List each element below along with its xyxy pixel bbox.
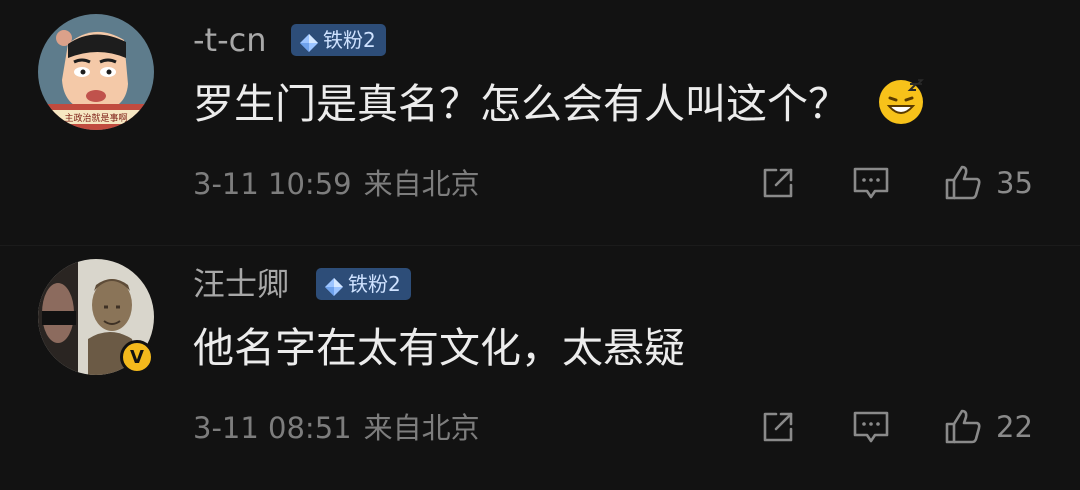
username[interactable]: 汪士卿 <box>193 264 289 304</box>
timestamp: 3-11 10:59 <box>193 167 352 201</box>
share-button[interactable] <box>760 163 796 203</box>
comment-item: V 汪士卿 铁粉2 他名字在太有文化，太悬疑 3-11 08:51 来自北京 2… <box>0 245 1080 490</box>
reply-button[interactable] <box>852 407 890 447</box>
share-icon <box>763 168 793 198</box>
avatar-caption: 主政治就是事啊 <box>64 112 127 124</box>
verified-icon: V <box>120 340 154 374</box>
like-button[interactable]: 35 <box>944 163 1033 203</box>
like-count: 35 <box>996 166 1033 200</box>
thumbs-up-icon <box>945 409 981 444</box>
comment-meta: 3-11 08:51 来自北京 <box>193 408 480 448</box>
comment-meta: 3-11 10:59 来自北京 <box>193 164 480 204</box>
sweat-grin-emoji-icon <box>876 76 926 126</box>
comment-icon <box>853 411 889 443</box>
location: 来自北京 <box>363 167 480 201</box>
diamond-icon <box>324 274 344 296</box>
comment-text-body: 罗生门是真名？怎么会有人叫这个？ <box>193 80 849 128</box>
like-button[interactable]: 22 <box>944 407 1033 447</box>
badge-label: 铁粉2 <box>348 272 401 296</box>
share-icon <box>763 412 793 442</box>
timestamp: 3-11 08:51 <box>193 411 352 445</box>
diamond-icon <box>299 30 319 52</box>
fan-badge[interactable]: 铁粉2 <box>316 268 411 300</box>
location: 来自北京 <box>363 411 480 445</box>
comment-item: 主政治就是事啊 -t-cn 铁粉2 罗生门是真名？怎么会有人叫这个？ 3-11 … <box>0 0 1080 245</box>
like-count: 22 <box>996 410 1033 444</box>
comment-text: 他名字在太有文化，太悬疑 <box>193 324 685 372</box>
reply-button[interactable] <box>852 163 890 203</box>
avatar[interactable]: 主政治就是事啊 <box>38 14 154 130</box>
comment-icon <box>853 167 889 199</box>
comment-text: 罗生门是真名？怎么会有人叫这个？ <box>193 76 926 132</box>
share-button[interactable] <box>760 407 796 447</box>
fan-badge[interactable]: 铁粉2 <box>291 24 386 56</box>
username[interactable]: -t-cn <box>193 20 267 60</box>
thumbs-up-icon <box>945 165 981 200</box>
badge-label: 铁粉2 <box>323 28 376 52</box>
